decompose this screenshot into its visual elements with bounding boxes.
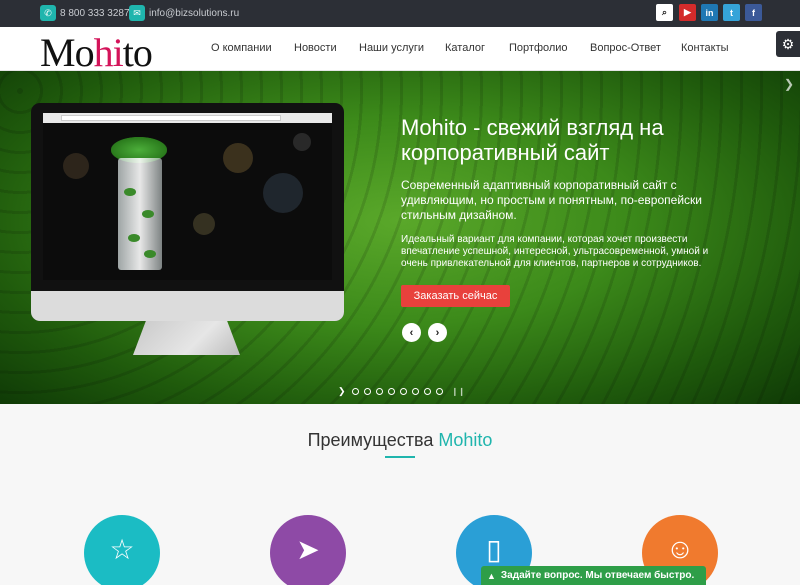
nav-item-faq[interactable]: Вопрос-Ответ <box>590 42 661 54</box>
phone-icon: ✆ <box>40 5 56 21</box>
youtube-icon[interactable]: ▶ <box>679 4 696 21</box>
site-logo[interactable]: Mohito <box>40 29 153 76</box>
monitor-screen <box>43 113 332 280</box>
heading-underline <box>385 456 415 458</box>
slider-dot[interactable] <box>351 388 359 395</box>
slider-dot[interactable] <box>423 388 431 395</box>
paper-plane-icon[interactable]: ➤ <box>270 515 346 585</box>
email-address[interactable]: info@bizsolutions.ru <box>149 8 239 19</box>
slider-dot[interactable] <box>363 388 371 395</box>
nav-item-contacts[interactable]: Контакты <box>681 42 729 54</box>
nav-item-catalog[interactable]: Каталог <box>445 42 485 54</box>
monitor-illustration <box>31 103 344 321</box>
play-icon[interactable]: ❯ <box>338 386 346 397</box>
chat-label: Задайте вопрос. Мы отвечаем быстро. <box>500 570 695 581</box>
browser-bar <box>43 113 332 123</box>
monitor-chin <box>31 291 344 321</box>
nav-item-services[interactable]: Наши услуги <box>359 42 424 54</box>
hero-description: Идеальный вариант для компании, которая … <box>401 234 709 269</box>
nav-item-about[interactable]: О компании <box>211 42 272 54</box>
email-contact[interactable]: ✉ info@bizsolutions.ru <box>129 5 239 21</box>
star-icon[interactable]: ☆ <box>84 515 160 585</box>
slider-next-button[interactable]: › <box>428 323 447 342</box>
pause-icon[interactable]: ❙❙ <box>452 387 465 396</box>
settings-gear-icon[interactable]: ⚙ <box>776 31 800 57</box>
phone-number[interactable]: 8 800 333 3287 <box>60 8 130 19</box>
hero-slider: ❯ Mohito - свежий взгляд на корпоративны… <box>0 71 800 404</box>
slider-pagination: ❯ ❙❙ <box>338 386 465 397</box>
slider-dot[interactable] <box>387 388 395 395</box>
twitter-icon[interactable]: t <box>723 4 740 21</box>
hero-subtitle: Современный адаптивный корпоративный сай… <box>401 178 702 222</box>
order-now-button[interactable]: Заказать сейчас <box>401 285 510 307</box>
hero-title: Mohito - свежий взгляд на корпоративный … <box>401 115 664 165</box>
phone-contact[interactable]: ✆ 8 800 333 3287 <box>40 5 130 21</box>
slider-prev-button[interactable]: ‹ <box>402 323 421 342</box>
advantages-heading: Преимущества Mohito <box>307 430 493 450</box>
slider-dot[interactable] <box>411 388 419 395</box>
mail-icon: ✉ <box>129 5 145 21</box>
main-header: Mohito О компании Новости Наши услуги Ка… <box>0 27 800 75</box>
nav-item-news[interactable]: Новости <box>294 42 337 54</box>
nav-item-portfolio[interactable]: Портфолио <box>509 42 568 54</box>
slider-dot[interactable] <box>435 388 443 395</box>
topbar: ✆ 8 800 333 3287 ✉ info@bizsolutions.ru … <box>0 0 800 27</box>
monitor-stand <box>133 321 240 355</box>
chat-icon: ▲ <box>487 570 496 581</box>
linkedin-icon[interactable]: in <box>701 4 718 21</box>
facebook-icon[interactable]: f <box>745 4 762 21</box>
search-icon[interactable]: ⌕ <box>656 4 673 21</box>
slider-next-edge-icon[interactable]: ❯ <box>784 77 794 91</box>
slider-dot[interactable] <box>375 388 383 395</box>
mojito-glass <box>118 158 162 270</box>
chat-widget[interactable]: ▲ Задайте вопрос. Мы отвечаем быстро. <box>481 566 706 585</box>
slider-dot[interactable] <box>399 388 407 395</box>
